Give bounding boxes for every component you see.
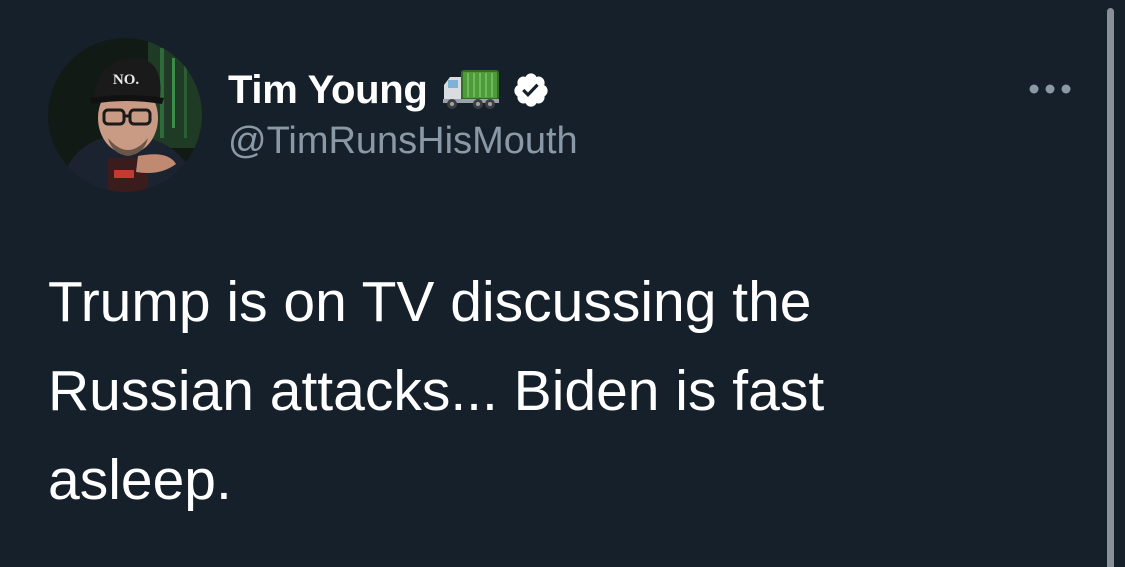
tweet-text: Trump is on TV discussing the Russian at… — [48, 270, 825, 512]
scrollbar-thumb[interactable] — [1107, 8, 1114, 567]
more-options-button[interactable] — [1024, 74, 1076, 104]
tweet-card: NO. Tim Young @TimRunsHisMouth Trump is … — [0, 0, 1125, 567]
avatar[interactable]: NO. — [48, 38, 202, 192]
avatar-hat-text: NO. — [113, 72, 140, 88]
author-name-row: Tim Young — [228, 64, 550, 116]
truck-icon — [442, 69, 500, 111]
verified-badge-icon[interactable] — [512, 71, 550, 109]
author-handle[interactable]: @TimRunsHisMouth — [228, 120, 578, 163]
more-horizontal-icon — [1029, 84, 1071, 94]
avatar-photo: NO. — [48, 38, 202, 192]
display-name[interactable]: Tim Young — [228, 68, 428, 113]
